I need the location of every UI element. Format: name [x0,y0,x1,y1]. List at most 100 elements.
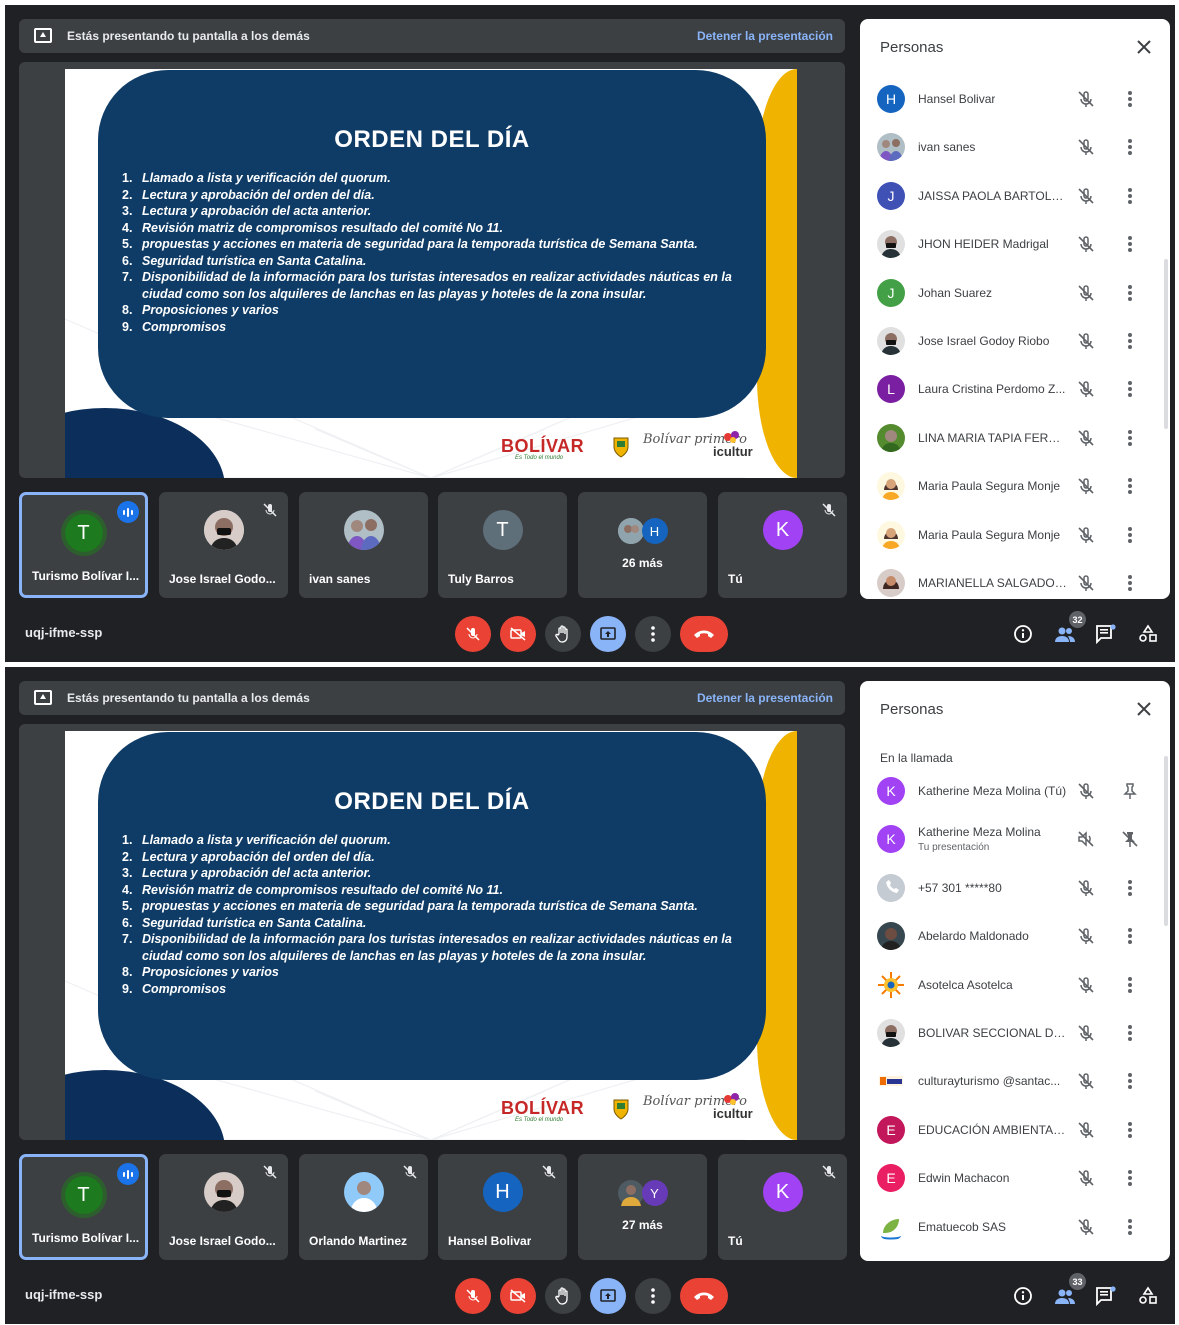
mic-toggle-button[interactable] [455,1278,491,1314]
leave-call-button[interactable] [680,1278,728,1314]
more-vert-icon[interactable] [1120,476,1140,496]
people-button[interactable]: 33 [1052,1273,1086,1309]
participant-row[interactable]: K Katherine Meza Molina (Tú) [860,767,1170,815]
participant-row[interactable]: Maria Paula Segura Monje [860,511,1170,559]
participant-name: Ematuecob SAS [918,1219,1007,1234]
more-vert-icon[interactable] [1120,428,1140,448]
activities-button[interactable] [1135,621,1161,647]
participant-tile[interactable]: T Tuly Barros [438,492,567,598]
chat-button[interactable] [1093,621,1119,647]
participant-tile[interactable]: ivan sanes [299,492,428,598]
participant-row[interactable]: E Edwin Machacon [860,1154,1170,1202]
mic-off-icon[interactable] [1076,781,1096,801]
participant-row[interactable]: Jose Israel Godoy Riobo [860,317,1170,365]
more-vert-icon[interactable] [1120,1168,1140,1188]
participant-tile[interactable]: T Turismo Bolívar I... [19,1154,148,1260]
pin-icon[interactable] [1120,781,1140,801]
stop-presenting-link[interactable]: Detener la presentación [697,29,833,43]
mic-off-icon[interactable] [1076,283,1096,303]
close-icon[interactable] [1134,37,1154,57]
more-options-button[interactable] [635,616,671,652]
participant-row[interactable]: K Katherine Meza Molina Tu presentación [860,815,1170,863]
participant-row[interactable]: JHON HEIDER Madrigal [860,220,1170,268]
participant-tile[interactable]: Orlando Martinez [299,1154,428,1260]
mic-off-icon[interactable] [1076,186,1096,206]
mic-off-icon[interactable] [1076,234,1096,254]
mic-off-icon[interactable] [1076,1120,1096,1140]
participant-row[interactable]: +57 301 *****80 [860,864,1170,912]
present-now-button[interactable] [590,616,626,652]
participant-row[interactable]: culturayturismo @santac... [860,1057,1170,1105]
participant-row[interactable]: Maria Paula Segura Monje [860,462,1170,510]
close-icon[interactable] [1134,699,1154,719]
mic-off-icon[interactable] [1076,1168,1096,1188]
mic-off-icon[interactable] [1076,926,1096,946]
mic-off-icon[interactable] [1076,1071,1096,1091]
mic-off-icon[interactable] [1076,573,1096,593]
participant-row[interactable]: MARIANELLA SALGADO ... [860,559,1170,599]
mic-off-icon[interactable] [1076,1217,1096,1237]
mic-toggle-button[interactable] [455,616,491,652]
more-vert-icon[interactable] [1120,1071,1140,1091]
participant-tile[interactable]: H Hansel Bolivar [438,1154,567,1260]
participant-row[interactable]: BOLIVAR SECCIONAL DCC [860,1009,1170,1057]
mic-off-icon[interactable] [1076,89,1096,109]
stop-presenting-link[interactable]: Detener la presentación [697,691,833,705]
more-vert-icon[interactable] [1120,926,1140,946]
mic-off-icon[interactable] [1076,137,1096,157]
more-vert-icon[interactable] [1120,234,1140,254]
raise-hand-button[interactable] [545,1278,581,1314]
participant-row[interactable]: J JAISSA PAOLA BARTOLO... [860,172,1170,220]
raise-hand-button[interactable] [545,616,581,652]
more-vert-icon[interactable] [1120,379,1140,399]
mic-off-icon[interactable] [1076,975,1096,995]
participant-row[interactable]: H Hansel Bolivar [860,75,1170,123]
more-vert-icon[interactable] [1120,573,1140,593]
mic-off-icon[interactable] [1076,878,1096,898]
more-vert-icon[interactable] [1120,1217,1140,1237]
camera-toggle-button[interactable] [500,1278,536,1314]
more-participants-tile[interactable]: H 26 más [578,492,707,598]
leave-call-button[interactable] [680,616,728,652]
participant-row[interactable]: E EDUCACIÓN AMBIENTAL ... [860,1106,1170,1154]
more-vert-icon[interactable] [1120,525,1140,545]
meeting-details-button[interactable] [1010,1283,1036,1309]
participant-tile[interactable]: Jose Israel Godo... [159,492,288,598]
participant-row[interactable]: Abelardo Maldonado [860,912,1170,960]
more-vert-icon[interactable] [1120,89,1140,109]
mic-off-icon[interactable] [1076,476,1096,496]
participant-row[interactable]: Asotelca Asotelca [860,961,1170,1009]
participant-row[interactable]: LINA MARIA TAPIA FERNA... [860,414,1170,462]
participant-row[interactable]: L Laura Cristina Perdomo Z... [860,365,1170,413]
activities-button[interactable] [1135,1283,1161,1309]
mic-off-icon[interactable] [1076,331,1096,351]
more-participants-tile[interactable]: Y 27 más [578,1154,707,1260]
audio-off-icon[interactable] [1076,829,1096,849]
participant-row[interactable]: ivan sanes [860,123,1170,171]
participant-tile-self[interactable]: K Tú [718,492,847,598]
mic-off-icon[interactable] [1076,1023,1096,1043]
unpin-icon[interactable] [1120,829,1140,849]
mic-off-icon[interactable] [1076,379,1096,399]
mic-off-icon[interactable] [1076,428,1096,448]
more-options-button[interactable] [635,1278,671,1314]
chat-button[interactable] [1093,1283,1119,1309]
participant-tile[interactable]: T Turismo Bolívar I... [19,492,148,598]
more-vert-icon[interactable] [1120,137,1140,157]
present-now-button[interactable] [590,1278,626,1314]
more-vert-icon[interactable] [1120,1120,1140,1140]
camera-toggle-button[interactable] [500,616,536,652]
participant-row[interactable]: Ematuecob SAS [860,1203,1170,1251]
more-vert-icon[interactable] [1120,283,1140,303]
meeting-details-button[interactable] [1010,621,1036,647]
participant-tile[interactable]: Jose Israel Godo... [159,1154,288,1260]
more-vert-icon[interactable] [1120,975,1140,995]
more-vert-icon[interactable] [1120,331,1140,351]
participant-tile-self[interactable]: K Tú [718,1154,847,1260]
more-vert-icon[interactable] [1120,1023,1140,1043]
more-vert-icon[interactable] [1120,186,1140,206]
mic-off-icon[interactable] [1076,525,1096,545]
more-vert-icon[interactable] [1120,878,1140,898]
participant-row[interactable]: J Johan Suarez [860,269,1170,317]
people-button[interactable]: 32 [1052,611,1086,647]
